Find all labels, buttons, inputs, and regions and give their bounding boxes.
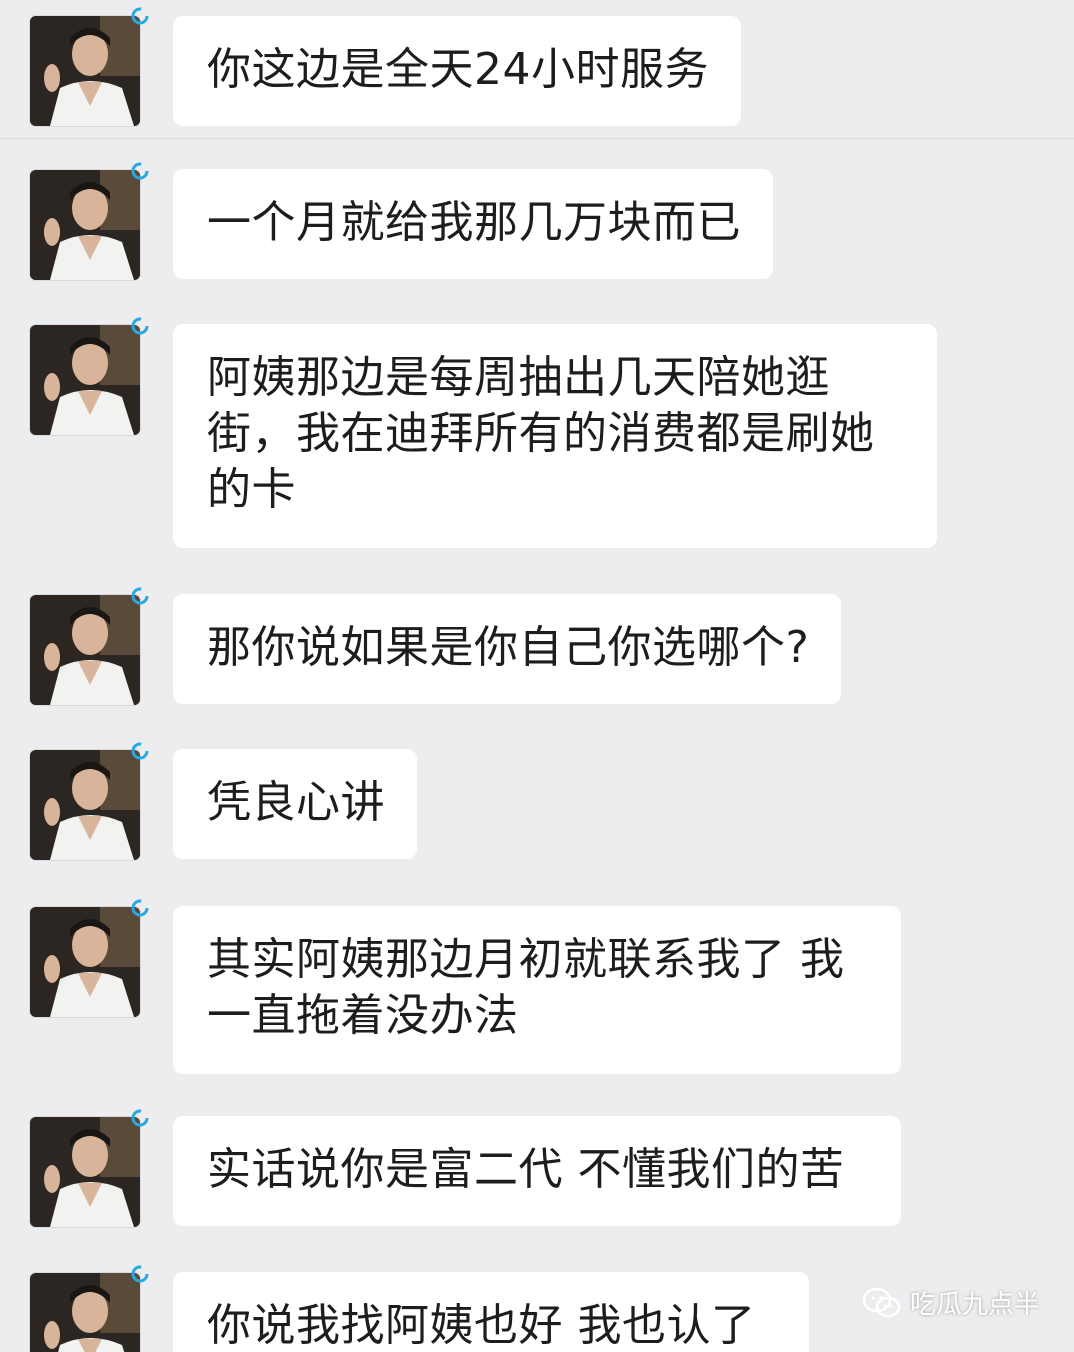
watermark-text: 吃瓜九点半: [909, 1290, 1040, 1320]
message-bubble: 实话说你是富二代 不懂我们的苦: [173, 1116, 901, 1226]
divider: [0, 138, 1074, 139]
avatar-photo-icon: [30, 907, 140, 1017]
message-row: 实话说你是富二代 不懂我们的苦: [0, 1102, 1074, 1242]
avatar[interactable]: [30, 325, 140, 435]
avatar[interactable]: [30, 750, 140, 860]
avatar[interactable]: [30, 907, 140, 1017]
message-bubble: 凭良心讲: [173, 749, 417, 859]
status-ring-icon: [131, 1265, 149, 1283]
avatar[interactable]: [30, 1273, 140, 1352]
message-row: 凭良心讲: [0, 735, 1074, 875]
message-bubble: 你这边是全天24小时服务: [173, 16, 741, 126]
message-bubble: 阿姨那边是每周抽出几天陪她逛 街，我在迪拜所有的消费都是刷她 的卡: [173, 324, 937, 548]
status-ring-icon: [131, 742, 149, 760]
avatar[interactable]: [30, 16, 140, 126]
message-row: 那你说如果是你自己你选哪个?: [0, 580, 1074, 720]
watermark: 吃瓜九点半: [862, 1284, 1040, 1321]
status-ring-icon: [131, 7, 149, 25]
avatar-photo-icon: [30, 595, 140, 705]
message-row: 一个月就给我那几万块而已: [0, 155, 1074, 295]
status-ring-icon: [131, 317, 149, 335]
message-bubble: 其实阿姨那边月初就联系我了 我 一直拖着没办法: [173, 906, 901, 1074]
status-ring-icon: [131, 899, 149, 917]
avatar-photo-icon: [30, 16, 140, 126]
avatar-photo-icon: [30, 1117, 140, 1227]
avatar[interactable]: [30, 1117, 140, 1227]
avatar-photo-icon: [30, 170, 140, 280]
status-ring-icon: [131, 1109, 149, 1127]
message-row: 其实阿姨那边月初就联系我了 我 一直拖着没办法: [0, 892, 1074, 1092]
avatar[interactable]: [30, 170, 140, 280]
status-ring-icon: [131, 162, 149, 180]
message-row: 阿姨那边是每周抽出几天陪她逛 街，我在迪拜所有的消费都是刷她 的卡: [0, 310, 1074, 560]
status-ring-icon: [131, 587, 149, 605]
message-bubble: 你说我找阿姨也好 我也认了: [173, 1272, 809, 1352]
avatar-photo-icon: [30, 325, 140, 435]
message-row: 你这边是全天24小时服务: [0, 0, 1074, 138]
avatar-photo-icon: [30, 1273, 140, 1352]
avatar[interactable]: [30, 595, 140, 705]
avatar-photo-icon: [30, 750, 140, 860]
message-bubble: 一个月就给我那几万块而已: [173, 169, 773, 279]
message-bubble: 那你说如果是你自己你选哪个?: [173, 594, 842, 704]
wechat-icon: [862, 1287, 901, 1317]
